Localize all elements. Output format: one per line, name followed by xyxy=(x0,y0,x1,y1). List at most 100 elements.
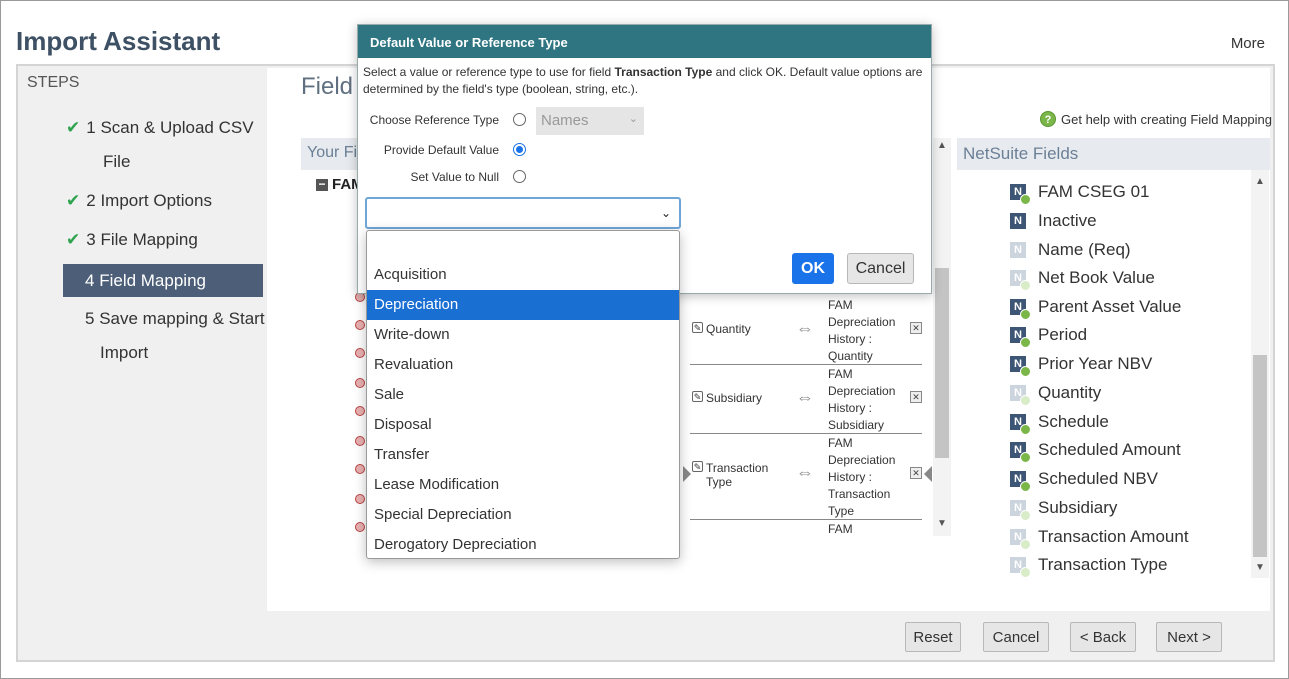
netsuite-field-item[interactable]: N Parent Asset Value xyxy=(1010,292,1240,321)
badge-icon xyxy=(1020,336,1031,348)
source-field-label: Quantity xyxy=(706,322,751,336)
option-acquisition[interactable]: Acquisition xyxy=(367,260,679,290)
netsuite-field-item[interactable]: N Schedule xyxy=(1010,407,1240,436)
chevron-down-icon: ⌄ xyxy=(660,206,671,220)
default-value-select[interactable]: ⌄ xyxy=(365,197,681,229)
netsuite-field-item[interactable]: N Transaction Amount xyxy=(1010,522,1240,551)
netsuite-field-item[interactable]: N Scheduled Amount xyxy=(1010,435,1240,464)
netsuite-field-item[interactable]: N Inactive xyxy=(1010,206,1240,235)
mapping-row-selected[interactable]: ✎ Transaction Type ⇔ FAM Depreciation Hi… xyxy=(690,434,922,520)
option-empty[interactable] xyxy=(367,231,679,260)
option-disposal[interactable]: Disposal xyxy=(367,410,679,440)
next-button[interactable]: Next > xyxy=(1156,622,1222,652)
mapping-scrollbar[interactable]: ▲ ▼ xyxy=(933,138,951,536)
step-save-mapping[interactable]: 5 Save mapping & Start xyxy=(85,302,265,336)
back-button[interactable]: < Back xyxy=(1070,622,1136,652)
set-value-null-radio[interactable] xyxy=(513,170,526,183)
reference-type-select: Names ⌄ xyxy=(536,107,644,135)
mapping-row[interactable]: ✎ Subsidiary ⇔ FAM Depreciation History … xyxy=(690,365,922,434)
option-depreciation[interactable]: Depreciation xyxy=(367,290,679,320)
default-value-options: Acquisition Depreciation Write-down Reva… xyxy=(366,230,680,559)
target-line: Quantity xyxy=(828,349,873,363)
option-special-depreciation[interactable]: Special Depreciation xyxy=(367,500,679,530)
steps-title: STEPS xyxy=(27,74,80,91)
field-type-icon xyxy=(355,522,365,532)
checkmark-icon: ✔ xyxy=(66,191,81,210)
bidirectional-arrow-icon: ⇔ xyxy=(796,387,814,407)
record-field-icon: N xyxy=(1010,441,1031,463)
remove-mapping-icon[interactable]: ✕ xyxy=(910,391,922,403)
target-field-label: FAM Depreciation History : Subsidiary xyxy=(828,366,895,434)
remove-mapping-icon[interactable]: ✕ xyxy=(910,322,922,334)
step-scan-upload[interactable]: ✔ 1 Scan & Upload CSV xyxy=(66,111,254,145)
netsuite-field-item[interactable]: N Subsidiary xyxy=(1010,493,1240,522)
edit-icon[interactable]: ✎ xyxy=(692,322,703,333)
ok-button[interactable]: OK xyxy=(792,253,834,284)
option-lease-modification[interactable]: Lease Modification xyxy=(367,470,679,500)
netsuite-field-item[interactable]: N Period xyxy=(1010,320,1240,349)
record-field-icon: N xyxy=(1010,183,1031,205)
dialog-cancel-button[interactable]: Cancel xyxy=(847,253,914,284)
netsuite-field-label: Transaction Amount xyxy=(1038,526,1189,546)
scrollbar-thumb[interactable] xyxy=(1253,355,1267,557)
checkmark-icon: ✔ xyxy=(66,118,81,137)
target-line: History : xyxy=(828,401,873,415)
target-line: FAM xyxy=(828,522,853,536)
edit-icon[interactable]: ✎ xyxy=(692,461,703,472)
scroll-down-icon[interactable]: ▼ xyxy=(1255,562,1265,573)
netsuite-field-label: Subsidiary xyxy=(1038,497,1118,517)
netsuite-field-label: Inactive xyxy=(1038,210,1097,230)
scroll-up-icon[interactable]: ▲ xyxy=(1255,176,1265,187)
record-field-icon: N xyxy=(1010,326,1031,348)
option-transfer[interactable]: Transfer xyxy=(367,440,679,470)
netsuite-field-item[interactable]: N Name (Req) xyxy=(1010,235,1240,264)
record-field-icon: N xyxy=(1010,528,1031,550)
netsuite-fields-scrollbar[interactable]: ▲ ▼ xyxy=(1251,170,1269,578)
step-label: Scan & Upload CSV xyxy=(100,118,254,137)
netsuite-field-item[interactable]: N Prior Year NBV xyxy=(1010,349,1240,378)
remove-mapping-icon[interactable]: ✕ xyxy=(910,467,922,479)
option-write-down[interactable]: Write-down xyxy=(367,320,679,350)
edit-icon[interactable]: ✎ xyxy=(692,391,703,402)
target-line: History : xyxy=(828,470,873,484)
page-title: Import Assistant xyxy=(16,26,221,56)
dialog-title: Default Value or Reference Type xyxy=(358,25,931,58)
help-link[interactable]: ? Get help with creating Field Mapping xyxy=(1040,111,1272,127)
reset-button[interactable]: Reset xyxy=(905,622,961,652)
description-field-name: Transaction Type xyxy=(614,65,713,79)
mapping-row[interactable]: FAM xyxy=(690,520,922,536)
netsuite-field-label: Scheduled Amount xyxy=(1038,439,1181,459)
netsuite-field-item[interactable]: N Net Book Value xyxy=(1010,263,1240,292)
chevron-down-icon: ⌄ xyxy=(628,113,638,125)
scroll-up-icon[interactable]: ▲ xyxy=(937,140,947,151)
badge-icon xyxy=(1020,279,1031,291)
netsuite-field-item[interactable]: N Transaction Type xyxy=(1010,550,1240,579)
provide-default-value-radio[interactable] xyxy=(513,143,526,156)
reference-type-value: Names xyxy=(541,112,589,129)
record-field-icon: N xyxy=(1010,470,1031,492)
choose-reference-type-label: Choose Reference Type xyxy=(369,113,499,127)
step-field-mapping[interactable]: 4 Field Mapping xyxy=(63,264,263,297)
netsuite-field-item[interactable]: N Scheduled NBV xyxy=(1010,464,1240,493)
option-derogatory-depreciation[interactable]: Derogatory Depreciation xyxy=(367,530,679,560)
target-line: FAM xyxy=(828,436,853,450)
badge-icon xyxy=(1020,480,1031,492)
more-link[interactable]: More xyxy=(1231,35,1265,52)
scrollbar-thumb[interactable] xyxy=(935,268,949,458)
choose-reference-type-radio[interactable] xyxy=(513,113,526,126)
checkmark-icon: ✔ xyxy=(66,230,81,249)
field-type-icon xyxy=(355,494,365,504)
step-import-options[interactable]: ✔ 2 Import Options xyxy=(66,184,212,218)
mapping-row[interactable]: ✎ Quantity ⇔ FAM Depreciation History : … xyxy=(690,296,922,365)
netsuite-fields-header: NetSuite Fields xyxy=(957,138,1270,170)
badge-icon xyxy=(1020,509,1031,521)
option-sale[interactable]: Sale xyxy=(367,380,679,410)
cancel-button[interactable]: Cancel xyxy=(983,622,1049,652)
scroll-down-icon[interactable]: ▼ xyxy=(937,518,947,529)
netsuite-field-item[interactable]: N FAM CSEG 01 xyxy=(1010,177,1240,206)
collapse-icon[interactable]: − xyxy=(316,178,328,191)
step-file-mapping[interactable]: ✔ 3 File Mapping xyxy=(66,223,198,257)
help-icon: ? xyxy=(1040,111,1056,127)
netsuite-field-item[interactable]: N Quantity xyxy=(1010,378,1240,407)
option-revaluation[interactable]: Revaluation xyxy=(367,350,679,380)
